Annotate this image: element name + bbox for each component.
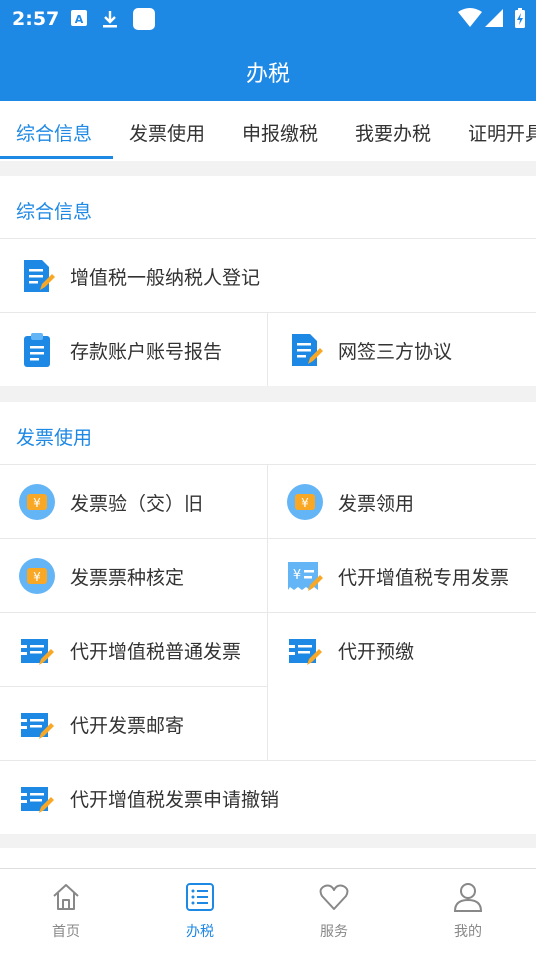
svg-text:¥: ¥ [293,568,301,583]
list-icon [186,883,214,911]
section-invoice: 发票使用 ¥ 发票验（交）旧 ¥ 发票领用 ¥ 发票票种核定 ¥ 代开增值税专用… [0,402,536,834]
form-edit-icon [18,779,56,817]
item-bank-account-report[interactable]: 存款账户账号报告 [0,312,268,386]
item-label: 发票领用 [338,493,415,515]
tab-certificate[interactable]: 证明开具 [468,119,536,146]
tab-bar: 综合信息 发票使用 申报缴税 我要办税 证明开具 [0,101,536,161]
item-invoice-claim[interactable]: ¥ 发票领用 [268,464,536,538]
nav-tax[interactable]: 办税 [155,881,245,941]
divider [267,464,268,686]
document-edit-icon [18,257,56,295]
item-vat-special-invoice[interactable]: ¥ 代开增值税专用发票 [268,538,536,612]
nav-label: 服务 [320,924,348,940]
tab-handle-tax[interactable]: 我要办税 [355,119,431,146]
item-invoice-type-approval[interactable]: ¥ 发票票种核定 [0,538,268,612]
form-edit-icon [18,631,56,669]
tab-declare-pay[interactable]: 申报缴税 [242,119,318,146]
item-invoice-revoke[interactable]: 代开增值税发票申请撤销 [0,760,536,834]
svg-text:¥: ¥ [33,496,41,510]
receipt-yuan-icon: ¥ [286,557,324,595]
item-label: 增值税一般纳税人登记 [70,267,261,289]
clipboard-icon [18,331,56,369]
nav-mine[interactable]: 我的 [423,881,513,941]
tab-info[interactable]: 综合信息 [16,119,92,146]
active-tab-indicator [0,156,113,159]
svg-text:A: A [75,13,84,26]
item-label: 代开发票邮寄 [70,715,185,737]
item-label: 代开增值税专用发票 [338,567,510,589]
download-icon [100,9,120,33]
item-label: 代开增值税普通发票 [70,641,242,663]
section-title-info: 综合信息 [16,201,93,223]
form-edit-icon [18,705,56,743]
item-label: 发票票种核定 [70,567,185,589]
home-icon [53,884,79,910]
battery-charging-icon [514,7,526,33]
item-label: 存款账户账号报告 [70,341,223,363]
item-label: 发票验（交）旧 [70,493,204,515]
svg-text:¥: ¥ [33,570,41,584]
nav-label: 我的 [454,924,482,940]
tab-invoice[interactable]: 发票使用 [129,119,205,146]
section-title-invoice: 发票使用 [16,427,93,449]
invoice-coin-icon: ¥ [18,557,56,595]
item-prepayment[interactable]: 代开预缴 [268,612,536,686]
item-label: 网签三方协议 [338,341,453,363]
nav-service[interactable]: 服务 [289,881,379,941]
nav-label: 办税 [186,924,214,940]
app-header: 办税 [0,38,536,101]
nav-home[interactable]: 首页 [21,881,111,941]
user-icon [453,883,483,912]
item-vat-ordinary-invoice[interactable]: 代开增值税普通发票 [0,612,268,686]
section-next [0,848,536,868]
document-edit-icon [286,331,324,369]
section-info: 综合信息 增值税一般纳税人登记 存款账户账号报告 网签三方协议 [0,176,536,386]
invoice-coin-icon: ¥ [286,483,324,521]
item-invoice-check-old[interactable]: ¥ 发票验（交）旧 [0,464,268,538]
wifi-icon [458,8,482,32]
heart-icon [319,884,349,910]
form-edit-icon [286,631,324,669]
status-time: 2:57 [12,8,60,30]
item-label: 代开预缴 [338,641,415,663]
status-bar: 2:57 A [0,0,536,38]
app-notification-icon [132,7,156,35]
nav-label: 首页 [52,924,80,940]
page-title: 办税 [245,62,290,87]
keyboard-a-icon: A [70,9,88,31]
svg-text:¥: ¥ [301,496,309,510]
item-vat-registration[interactable]: 增值税一般纳税人登记 [0,238,536,312]
divider [267,686,268,760]
invoice-coin-icon: ¥ [18,483,56,521]
item-invoice-mailing[interactable]: 代开发票邮寄 [0,686,268,760]
divider [267,312,268,386]
item-label: 代开增值税发票申请撤销 [70,789,280,811]
item-tripartite-agreement[interactable]: 网签三方协议 [268,312,536,386]
bottom-nav: 首页 办税 服务 我的 [0,868,536,954]
signal-icon [484,8,504,32]
